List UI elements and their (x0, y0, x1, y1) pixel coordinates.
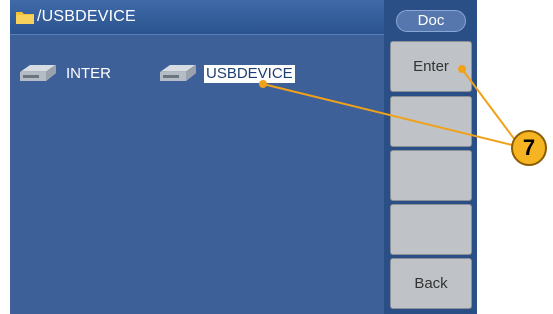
softkey-3[interactable] (390, 150, 472, 201)
folder-icon (16, 10, 34, 24)
tab-doc[interactable]: Doc (396, 10, 466, 32)
drive-label: USBDEVICE (204, 65, 295, 83)
softkey-4[interactable] (390, 204, 472, 255)
back-button[interactable]: Back (390, 258, 472, 309)
softkey-panel: Doc Enter Back (384, 0, 477, 314)
file-browser: INTER USBDEVICE (10, 34, 384, 314)
drive-item-usbdevice[interactable]: USBDEVICE (156, 62, 295, 86)
screen: /USBDEVICE INTER USBDEVICE Doc Enter Bac… (10, 0, 477, 314)
drive-item-inter[interactable]: INTER (16, 62, 113, 86)
enter-button[interactable]: Enter (390, 41, 472, 92)
callout-number-badge: 7 (511, 130, 547, 166)
current-path: /USBDEVICE (37, 8, 136, 25)
drive-label: INTER (66, 65, 111, 82)
disk-drive-icon (156, 62, 200, 86)
softkey-2[interactable] (390, 96, 472, 147)
disk-drive-icon (16, 62, 60, 86)
title-bar: /USBDEVICE (10, 0, 384, 34)
